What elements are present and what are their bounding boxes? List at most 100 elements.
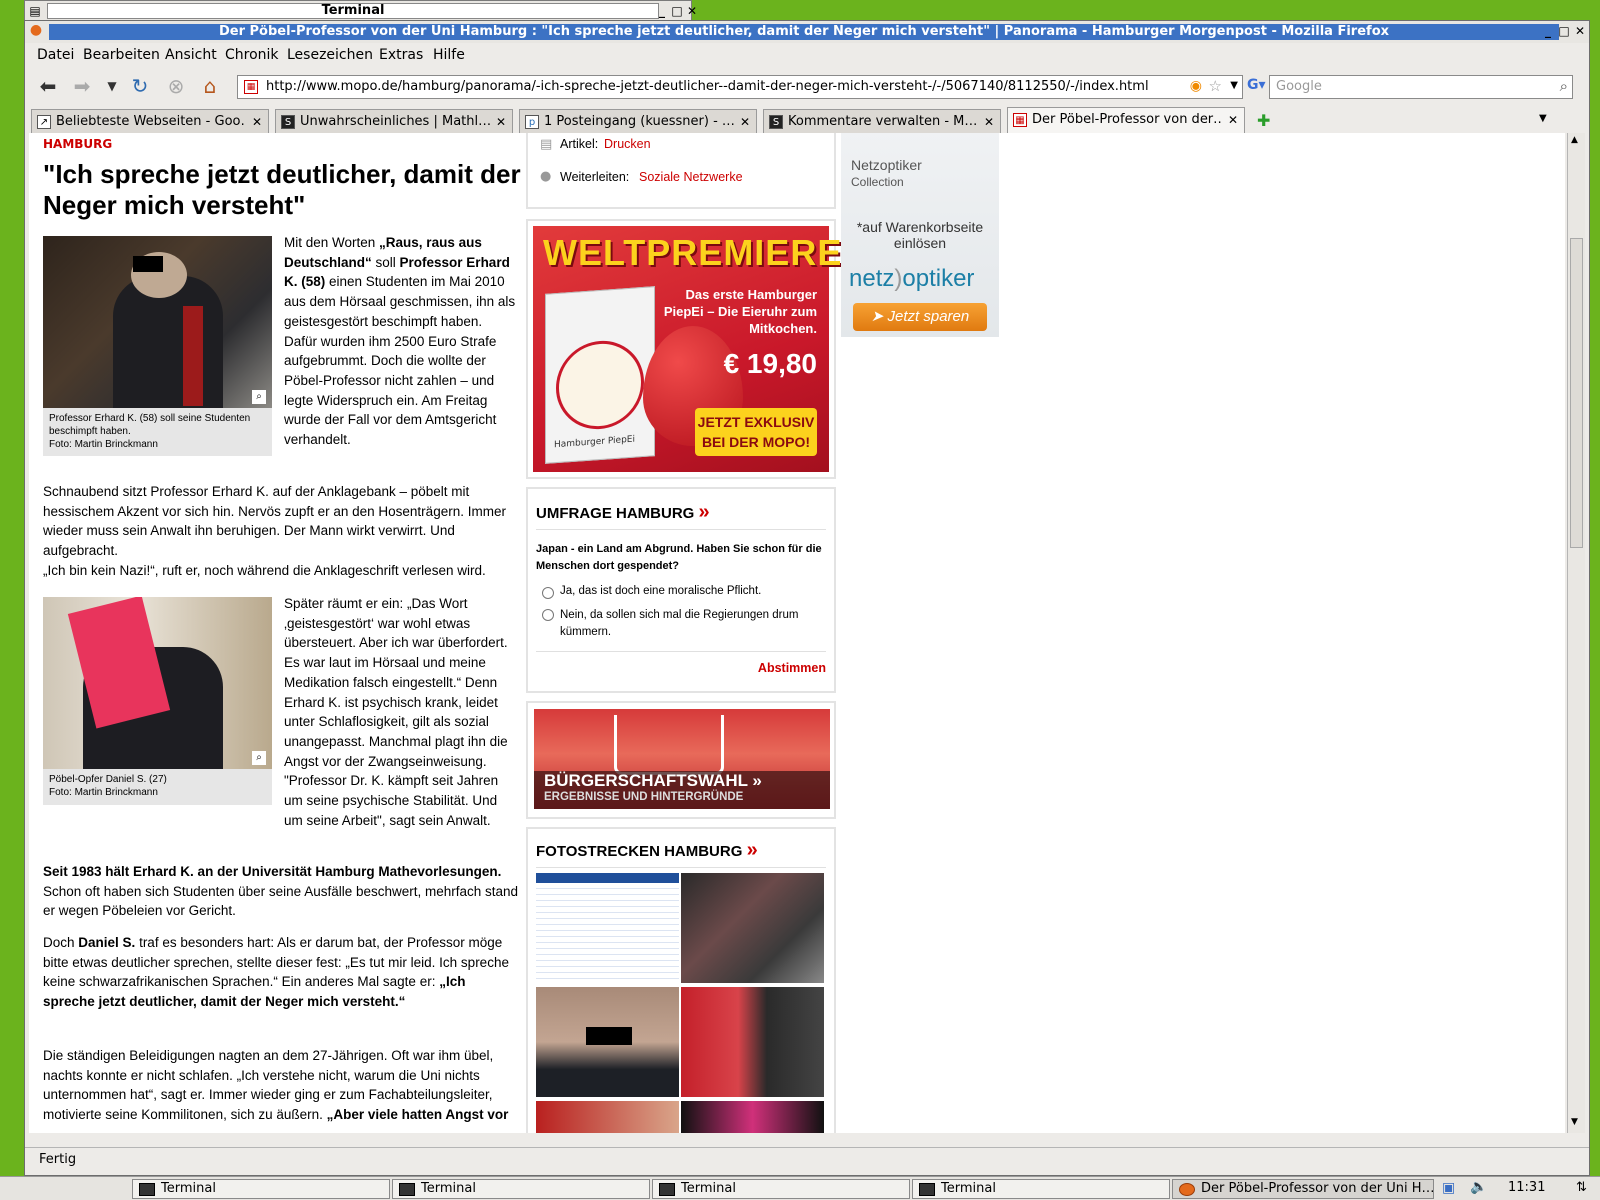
tab-5-active[interactable]: ▦ Der Pöbel-Professor von der… ✕ (1007, 107, 1245, 133)
menu-chronik[interactable]: Chronik (225, 47, 279, 63)
terminal-icon (399, 1183, 415, 1196)
article-photo-victim[interactable]: ⌕ (43, 597, 272, 769)
window-menu-icon[interactable]: ▤ (28, 4, 42, 18)
poll-option-1-radio[interactable] (542, 587, 554, 599)
maximize-icon[interactable]: □ (670, 4, 684, 18)
print-link[interactable]: Drucken (604, 135, 651, 155)
close-icon[interactable]: ✕ (1573, 24, 1587, 38)
url-bar[interactable]: ▦ http://www.mopo.de/hamburg/panorama/-i… (237, 75, 1243, 99)
forward-label: Weiterleiten: (560, 170, 630, 184)
menu-datei[interactable]: Datei (37, 47, 74, 63)
rss-icon[interactable]: ◉ (1190, 78, 1202, 94)
social-networks-link[interactable]: Soziale Netzwerke (639, 168, 743, 188)
print-icon: ▤ (540, 137, 553, 152)
maximize-icon[interactable]: □ (1557, 24, 1571, 38)
close-tab-icon[interactable]: ✕ (496, 111, 506, 133)
reload-icon[interactable]: ↻ (127, 73, 153, 99)
tab-4[interactable]: S Kommentare verwalten - M… ✕ (763, 109, 1001, 133)
search-input[interactable]: Google ⌕ (1269, 75, 1573, 99)
pm-icon: p (525, 115, 539, 129)
menu-bearbeiten[interactable]: Bearbeiten (83, 47, 160, 63)
vertical-scrollbar[interactable]: ▲ ▼ (1567, 133, 1585, 1133)
close-tab-icon[interactable]: ✕ (252, 111, 262, 133)
election-banner[interactable]: BÜRGERSCHAFTSWAHL » ERGEBNISSE UND HINTE… (534, 709, 830, 809)
taskbar-item-firefox[interactable]: Der Pöbel-Professor von der Uni H… (1172, 1179, 1434, 1199)
tab-2[interactable]: S Unwahrscheinliches | Mathl… ✕ (275, 109, 513, 133)
poll-option-2-label[interactable]: Nein, da sollen sich mal die Regierungen… (560, 607, 824, 641)
election-box: BÜRGERSCHAFTSWAHL » ERGEBNISSE UND HINTE… (526, 701, 836, 819)
caption-text: Professor Erhard K. (58) soll seine Stud… (49, 413, 251, 437)
tab-3[interactable]: p 1 Posteingang (kuessner) - … ✕ (519, 109, 757, 133)
menu-lesezeichen[interactable]: Lesezeichen (287, 47, 373, 63)
url-text[interactable]: http://www.mopo.de/hamburg/panorama/-ich… (266, 79, 1149, 94)
ad-copy-line: Mitkochen. (749, 321, 817, 336)
home-icon[interactable]: ⌂ (197, 73, 223, 99)
bookmark-star-icon[interactable]: ☆ (1209, 77, 1222, 95)
stop-icon[interactable]: ⊗ (163, 73, 189, 99)
poll-option-2-radio[interactable] (542, 609, 554, 621)
ad-netzoptiker[interactable]: Netzoptiker Collection *auf Warenkorbsei… (841, 133, 999, 337)
menubar: Datei Bearbeiten Ansicht Chronik Lesezei… (25, 43, 1589, 67)
tab-bar: ↗ Beliebteste Webseiten - Goo… ✕ S Unwah… (25, 107, 1589, 133)
forward-icon[interactable]: ➡ (69, 73, 95, 99)
network-icon[interactable]: ⇅ (1576, 1180, 1587, 1195)
volume-icon[interactable]: 🔈 (1470, 1179, 1487, 1195)
menu-ansicht[interactable]: Ansicht (165, 47, 217, 63)
search-engine-google-icon[interactable]: G▾ (1247, 77, 1269, 97)
ad-copy-line: Das erste Hamburger (685, 287, 818, 302)
mopo-icon: ▦ (1013, 113, 1027, 127)
gallery-thumb-couple[interactable] (681, 987, 824, 1097)
gallery-thumb-5[interactable] (536, 1101, 679, 1133)
zoom-icon[interactable]: ⌕ (252, 751, 266, 765)
site-favicon-icon: ▦ (244, 80, 258, 94)
tab-list-icon[interactable]: ▼ (1539, 113, 1547, 124)
close-tab-icon[interactable]: ✕ (984, 111, 994, 133)
firefox-logo-icon[interactable]: ● (29, 23, 43, 37)
notification-icon[interactable]: ▣ (1442, 1180, 1455, 1196)
scroll-down-icon[interactable]: ▼ (1571, 1117, 1578, 1127)
gallery-thumb-man[interactable] (536, 987, 679, 1097)
taskbar-label: Terminal (681, 1181, 736, 1196)
ad-cta-button[interactable]: JETZT EXKLUSIV BEI DER MOPO! (695, 408, 817, 456)
scroll-thumb[interactable] (1570, 238, 1583, 548)
poll-option-1-label[interactable]: Ja, das ist doch eine moralische Pflicht… (560, 585, 761, 597)
ad-cta-line: JETZT EXKLUSIV (697, 414, 815, 430)
scroll-up-icon[interactable]: ▲ (1571, 135, 1578, 145)
close-tab-icon[interactable]: ✕ (740, 111, 750, 133)
back-icon[interactable]: ⬅ (35, 73, 61, 99)
minimize-icon[interactable]: _ (655, 4, 669, 18)
text: Schnaubend sitzt Professor Erhard K. auf… (43, 484, 506, 559)
article-section[interactable]: HAMBURG (43, 137, 112, 151)
jetzt-sparen-button[interactable]: ➤ Jetzt sparen (853, 303, 987, 331)
ad-product-box: Hamburger PiepEi (545, 286, 655, 464)
taskbar-item-terminal-2[interactable]: Terminal (392, 1179, 650, 1199)
new-tab-icon[interactable]: ✚ (1257, 111, 1270, 130)
gallery-thumb-car[interactable] (681, 873, 824, 983)
terminal-window[interactable]: ▤ Terminal _ □ ✕ (24, 0, 697, 22)
gallery-thumb-results-table[interactable] (536, 873, 679, 983)
article-photo-professor[interactable]: ⌕ (43, 236, 272, 408)
taskbar-item-terminal-4[interactable]: Terminal (912, 1179, 1170, 1199)
zoom-icon[interactable]: ⌕ (252, 390, 266, 404)
close-tab-icon[interactable]: ✕ (1228, 109, 1238, 131)
ad-cta-line: BEI DER MOPO! (701, 434, 811, 450)
tab-1[interactable]: ↗ Beliebteste Webseiten - Goo… ✕ (31, 109, 269, 133)
minimize-icon[interactable]: _ (1541, 24, 1555, 38)
ad-piepei[interactable]: WELTPREMIERE!!! Hamburger PiepEi Das ers… (533, 226, 880, 472)
close-icon[interactable]: ✕ (685, 4, 699, 18)
taskbar-item-terminal-3[interactable]: Terminal (652, 1179, 910, 1199)
menu-extras[interactable]: Extras (379, 47, 423, 63)
taskbar-item-terminal-1[interactable]: Terminal (132, 1179, 390, 1199)
menu-hilfe[interactable]: Hilfe (433, 47, 465, 63)
netzoptiker-line1: Netzoptiker (851, 157, 922, 173)
search-icon[interactable]: ⌕ (1560, 77, 1568, 95)
ad-copy: Das erste Hamburger PiepEi – Die Eieruhr… (664, 286, 817, 337)
history-dropdown-icon[interactable]: ▼ (99, 73, 125, 99)
vote-button[interactable]: Abstimmen (758, 661, 826, 675)
quote-bold: „Aber viele hatten Angst vor (326, 1107, 509, 1123)
url-dropdown-icon[interactable]: ▼ (1230, 80, 1238, 91)
text: Mit den Worten (284, 235, 380, 250)
article-paragraph-5: Doch Daniel S. traf es besonders hart: A… (43, 933, 519, 1012)
gallery-thumb-6[interactable] (681, 1101, 824, 1133)
clock[interactable]: 11:31 (1508, 1180, 1545, 1195)
